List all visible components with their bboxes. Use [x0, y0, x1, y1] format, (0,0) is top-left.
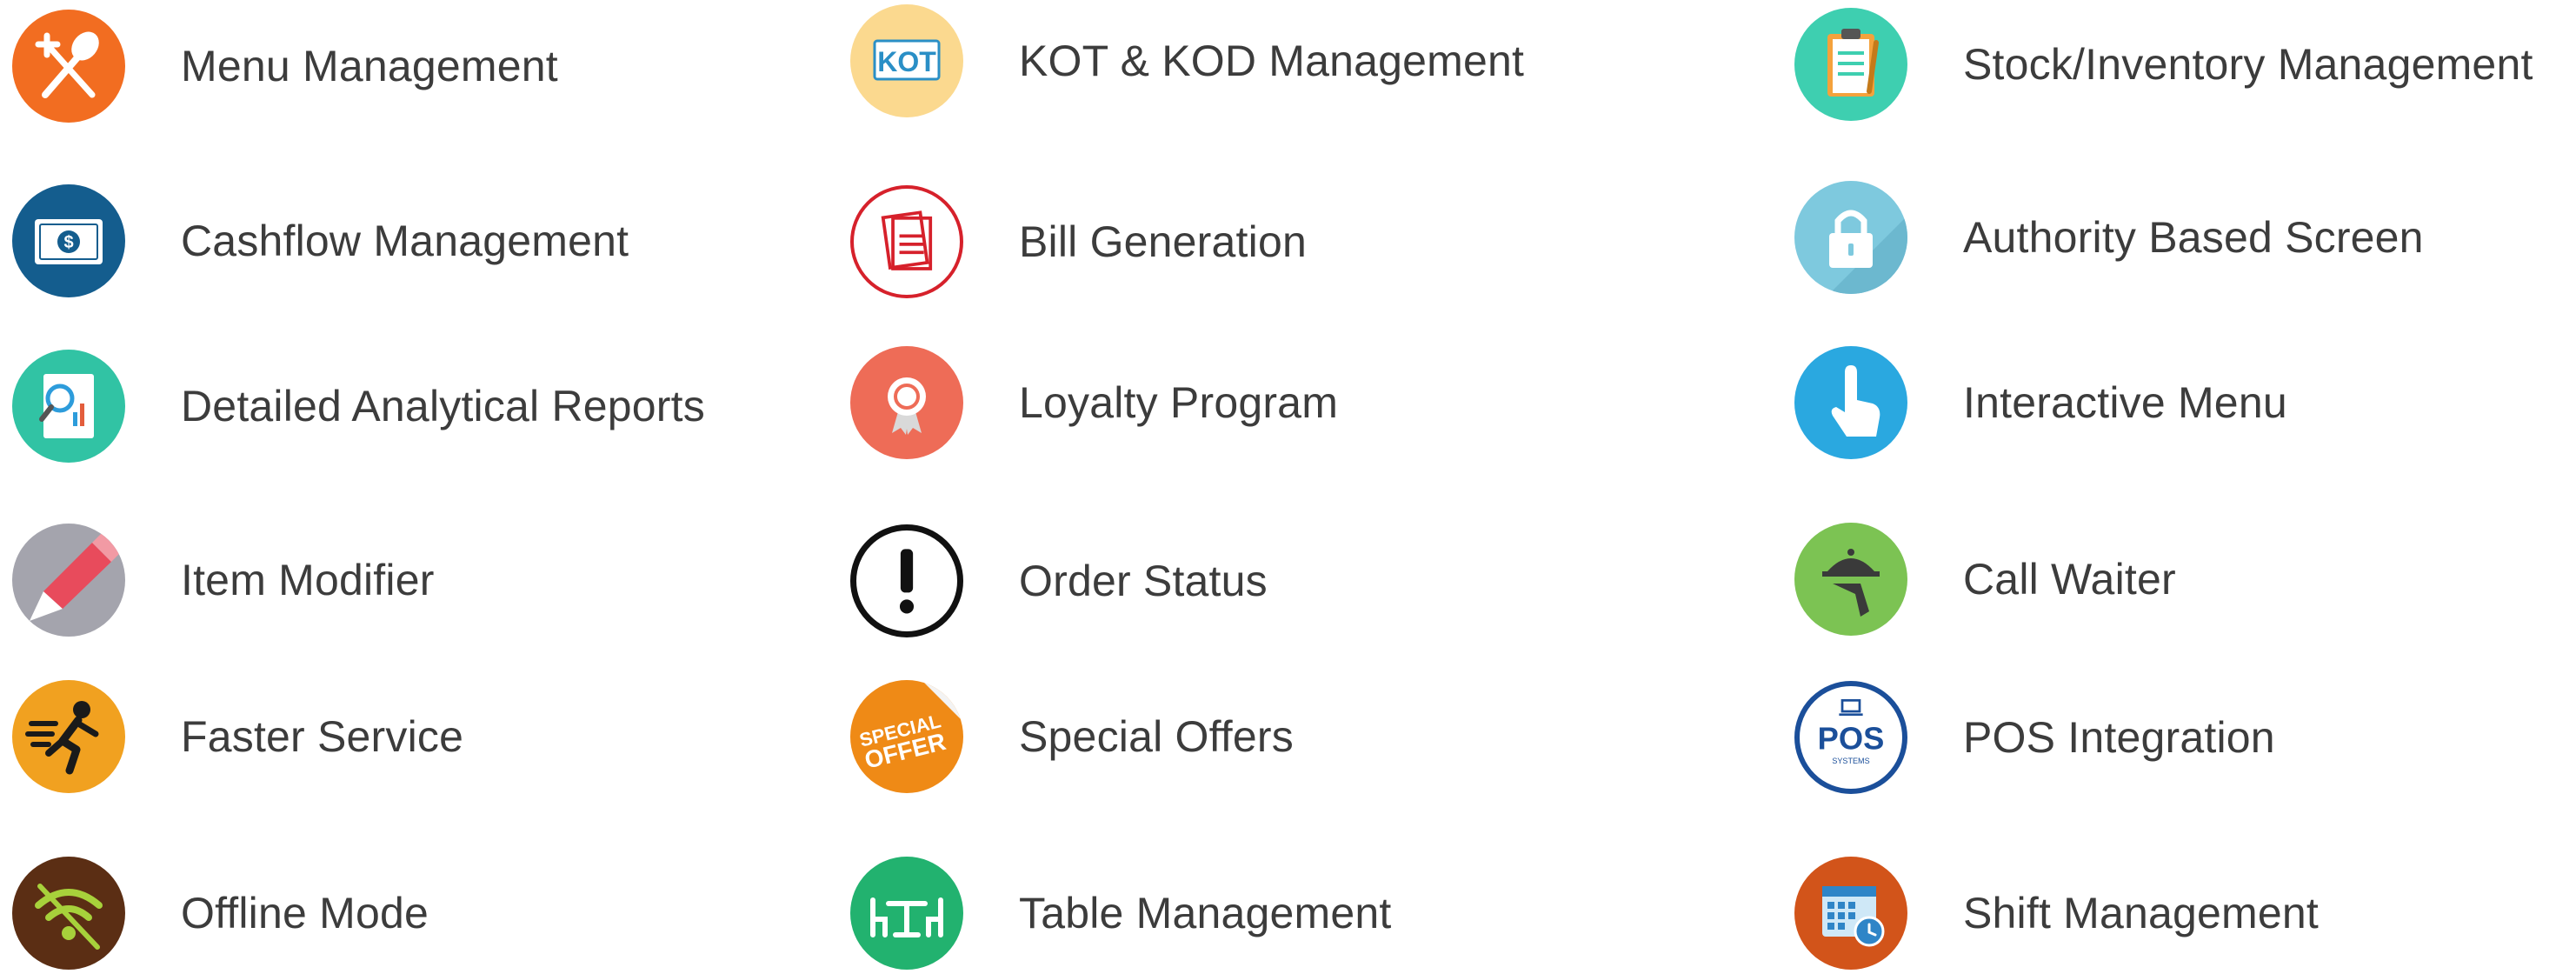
lock-icon [1794, 181, 1907, 294]
feature-kot-kod-management: KOT KOT & KOD Management [850, 0, 1524, 122]
feature-interactive-menu: Interactive Menu [1794, 342, 2287, 464]
feature-order-status: Order Status [850, 520, 1268, 642]
feature-cashflow-management: $ Cashflow Management [12, 180, 629, 302]
feature-label: Cashflow Management [181, 217, 629, 265]
feature-label: Faster Service [181, 712, 464, 761]
feature-label: Bill Generation [1019, 217, 1307, 266]
pos-systems-icon: POS SYSTEMS [1794, 681, 1907, 794]
bill-icon [850, 185, 963, 298]
feature-label: POS Integration [1963, 713, 2275, 762]
feature-label: Interactive Menu [1963, 378, 2287, 427]
clipboard-icon [1794, 8, 1907, 121]
feature-authority-based-screen: Authority Based Screen [1794, 177, 2424, 298]
exclamation-icon [850, 524, 963, 637]
kot-icon: KOT [850, 4, 963, 117]
badge-icon [850, 346, 963, 459]
report-icon [12, 350, 125, 463]
feature-label: Detailed Analytical Reports [181, 382, 705, 430]
feature-offline-mode: Offline Mode [12, 852, 429, 974]
feature-label: Authority Based Screen [1963, 213, 2424, 262]
svg-text:$: $ [63, 233, 73, 252]
calendar-clock-icon [1794, 857, 1907, 970]
feature-label: Shift Management [1963, 889, 2319, 937]
feature-call-waiter: Call Waiter [1794, 518, 2176, 640]
feature-label: KOT & KOD Management [1019, 37, 1525, 85]
svg-text:KOT: KOT [877, 46, 936, 77]
feature-label: Special Offers [1019, 712, 1294, 761]
feature-label: Item Modifier [181, 556, 435, 604]
cash-icon: $ [12, 184, 125, 297]
feature-stock-inventory-management: Stock/Inventory Management [1794, 3, 2533, 125]
feature-pos-integration: POS SYSTEMS POS Integration [1794, 677, 2275, 798]
feature-menu-management: Menu Management [12, 5, 558, 127]
feature-detailed-analytical-reports: Detailed Analytical Reports [12, 345, 705, 467]
feature-label: Menu Management [181, 42, 558, 90]
running-man-icon [12, 680, 125, 793]
feature-label: Stock/Inventory Management [1963, 40, 2533, 89]
feature-item-modifier: Item Modifier [12, 519, 435, 641]
feature-label: Order Status [1019, 557, 1268, 605]
feature-label: Loyalty Program [1019, 378, 1339, 427]
svg-text:SYSTEMS: SYSTEMS [1832, 757, 1869, 765]
wifi-off-icon [12, 857, 125, 970]
feature-shift-management: Shift Management [1794, 852, 2319, 974]
feature-label: Offline Mode [181, 889, 429, 937]
svg-text:POS: POS [1818, 721, 1885, 757]
feature-bill-generation: Bill Generation [850, 181, 1307, 303]
fork-spoon-icon [12, 10, 125, 123]
feature-loyalty-program: Loyalty Program [850, 342, 1338, 464]
feature-label: Call Waiter [1963, 555, 2176, 604]
feature-label: Table Management [1019, 889, 1392, 937]
waiter-icon [1794, 523, 1907, 636]
feature-table-management: Table Management [850, 852, 1391, 974]
hand-pointer-icon [1794, 346, 1907, 459]
table-icon [850, 857, 963, 970]
pencil-icon [12, 524, 125, 637]
feature-faster-service: Faster Service [12, 676, 463, 797]
feature-special-offers: SPECIAL OFFER Special Offers [850, 676, 1294, 797]
special-offer-sticker-icon: SPECIAL OFFER [850, 680, 963, 793]
